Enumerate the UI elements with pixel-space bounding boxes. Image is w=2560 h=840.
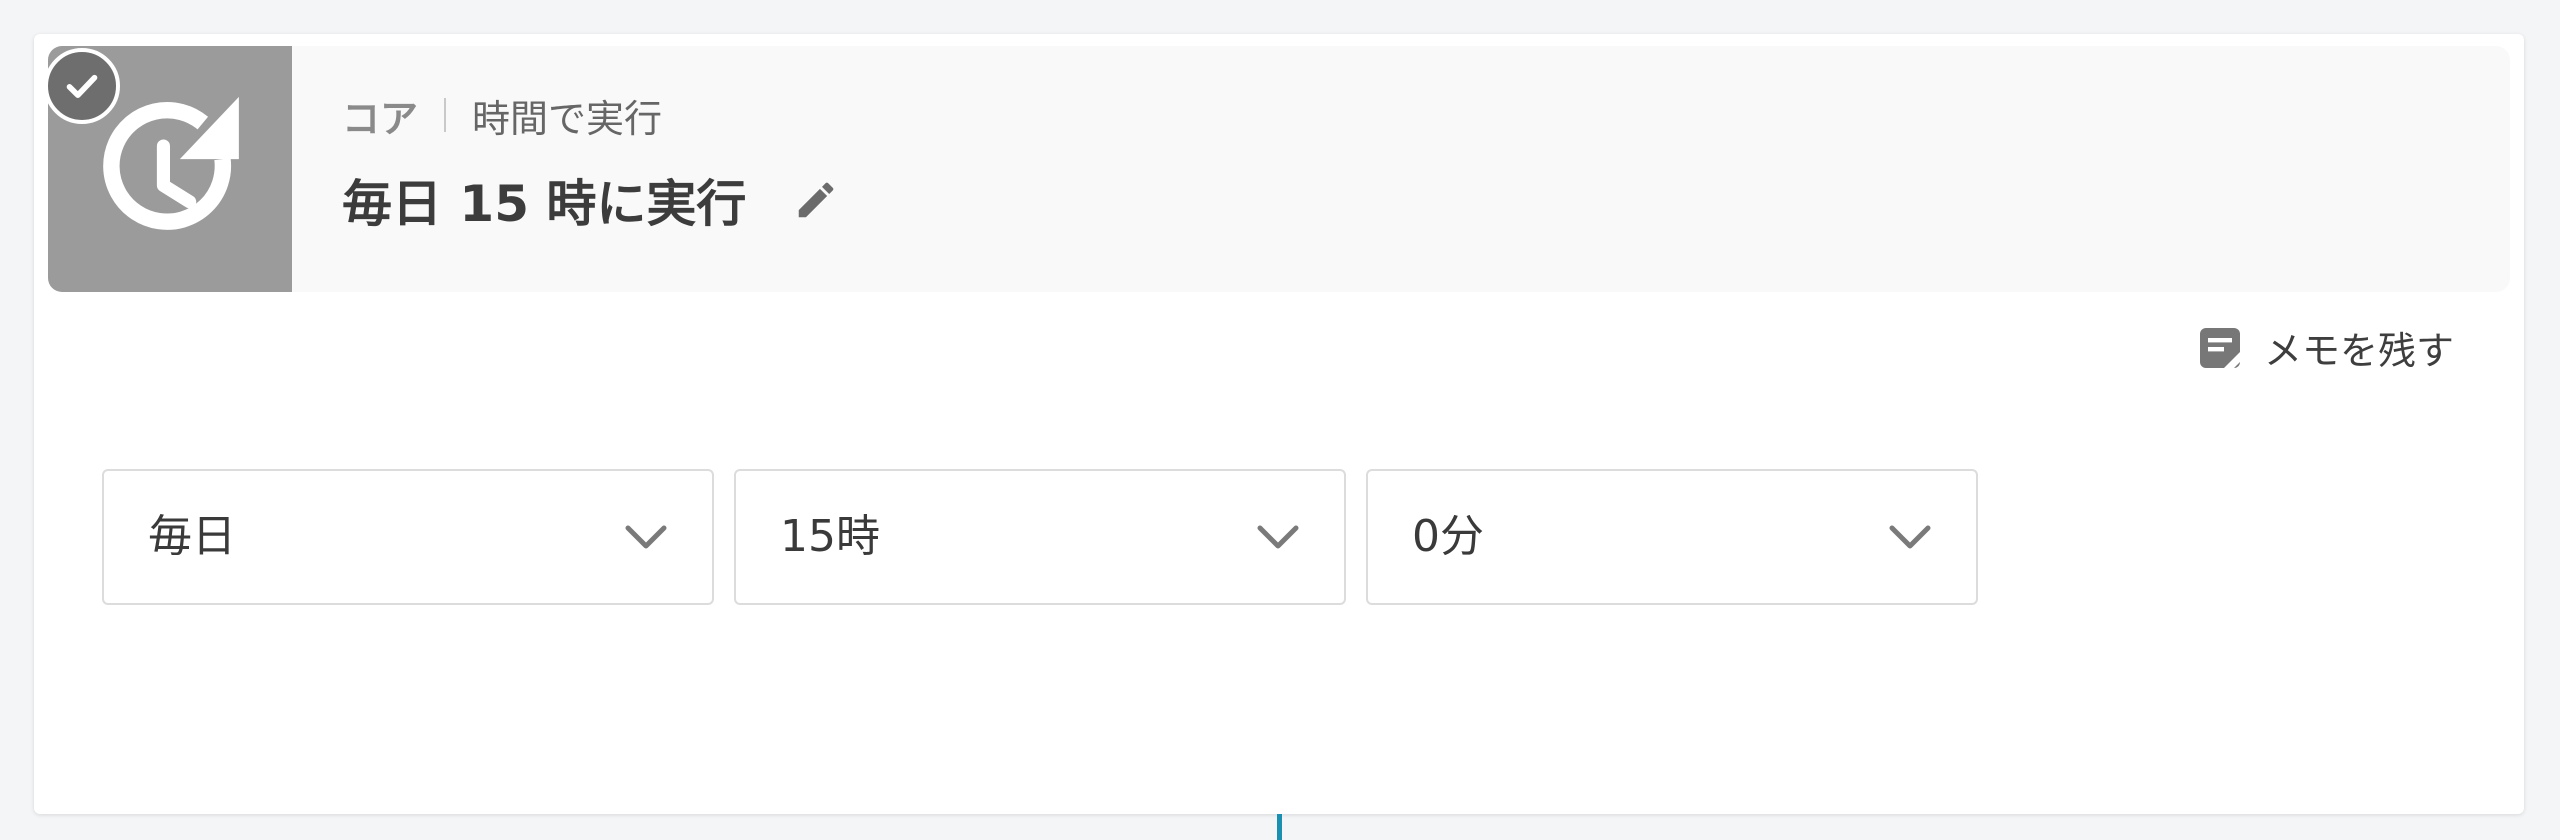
minute-select[interactable]: 0分 (1366, 469, 1978, 605)
step-header: コア 時間で実行 毎日 15 時に実行 (48, 46, 2510, 292)
schedule-selects: 毎日 15時 0分 (102, 469, 1998, 605)
title-row: 毎日 15 時に実行 (342, 164, 842, 236)
memo-label: メモを残す (2263, 329, 2454, 373)
breadcrumb: コア 時間で実行 (342, 88, 842, 142)
hour-value: 15時 (780, 511, 880, 562)
pencil-icon (799, 182, 834, 218)
step-type: 時間で実行 (472, 96, 663, 141)
step-card: コア 時間で実行 毎日 15 時に実行 メモを残す 毎日 15時 0分 (34, 34, 2524, 814)
flow-connector-line (1277, 814, 1282, 840)
hour-select[interactable]: 15時 (734, 469, 1346, 605)
step-title: 毎日 15 時に実行 (342, 175, 747, 233)
frequency-select[interactable]: 毎日 (102, 469, 714, 605)
breadcrumb-divider (444, 98, 447, 132)
chevron-down-icon (1889, 525, 1931, 549)
chevron-down-icon (625, 525, 667, 549)
edit-title-button[interactable] (790, 174, 842, 226)
step-category: コア (342, 96, 419, 141)
frequency-value: 毎日 (148, 511, 236, 562)
minute-value: 0分 (1412, 511, 1484, 562)
leave-memo-button[interactable]: メモを残す (2196, 320, 2454, 375)
chevron-down-icon (1257, 525, 1299, 549)
check-icon (44, 48, 120, 124)
step-header-text: コア 時間で実行 毎日 15 時に実行 (342, 88, 842, 236)
memo-icon (2199, 327, 2240, 368)
